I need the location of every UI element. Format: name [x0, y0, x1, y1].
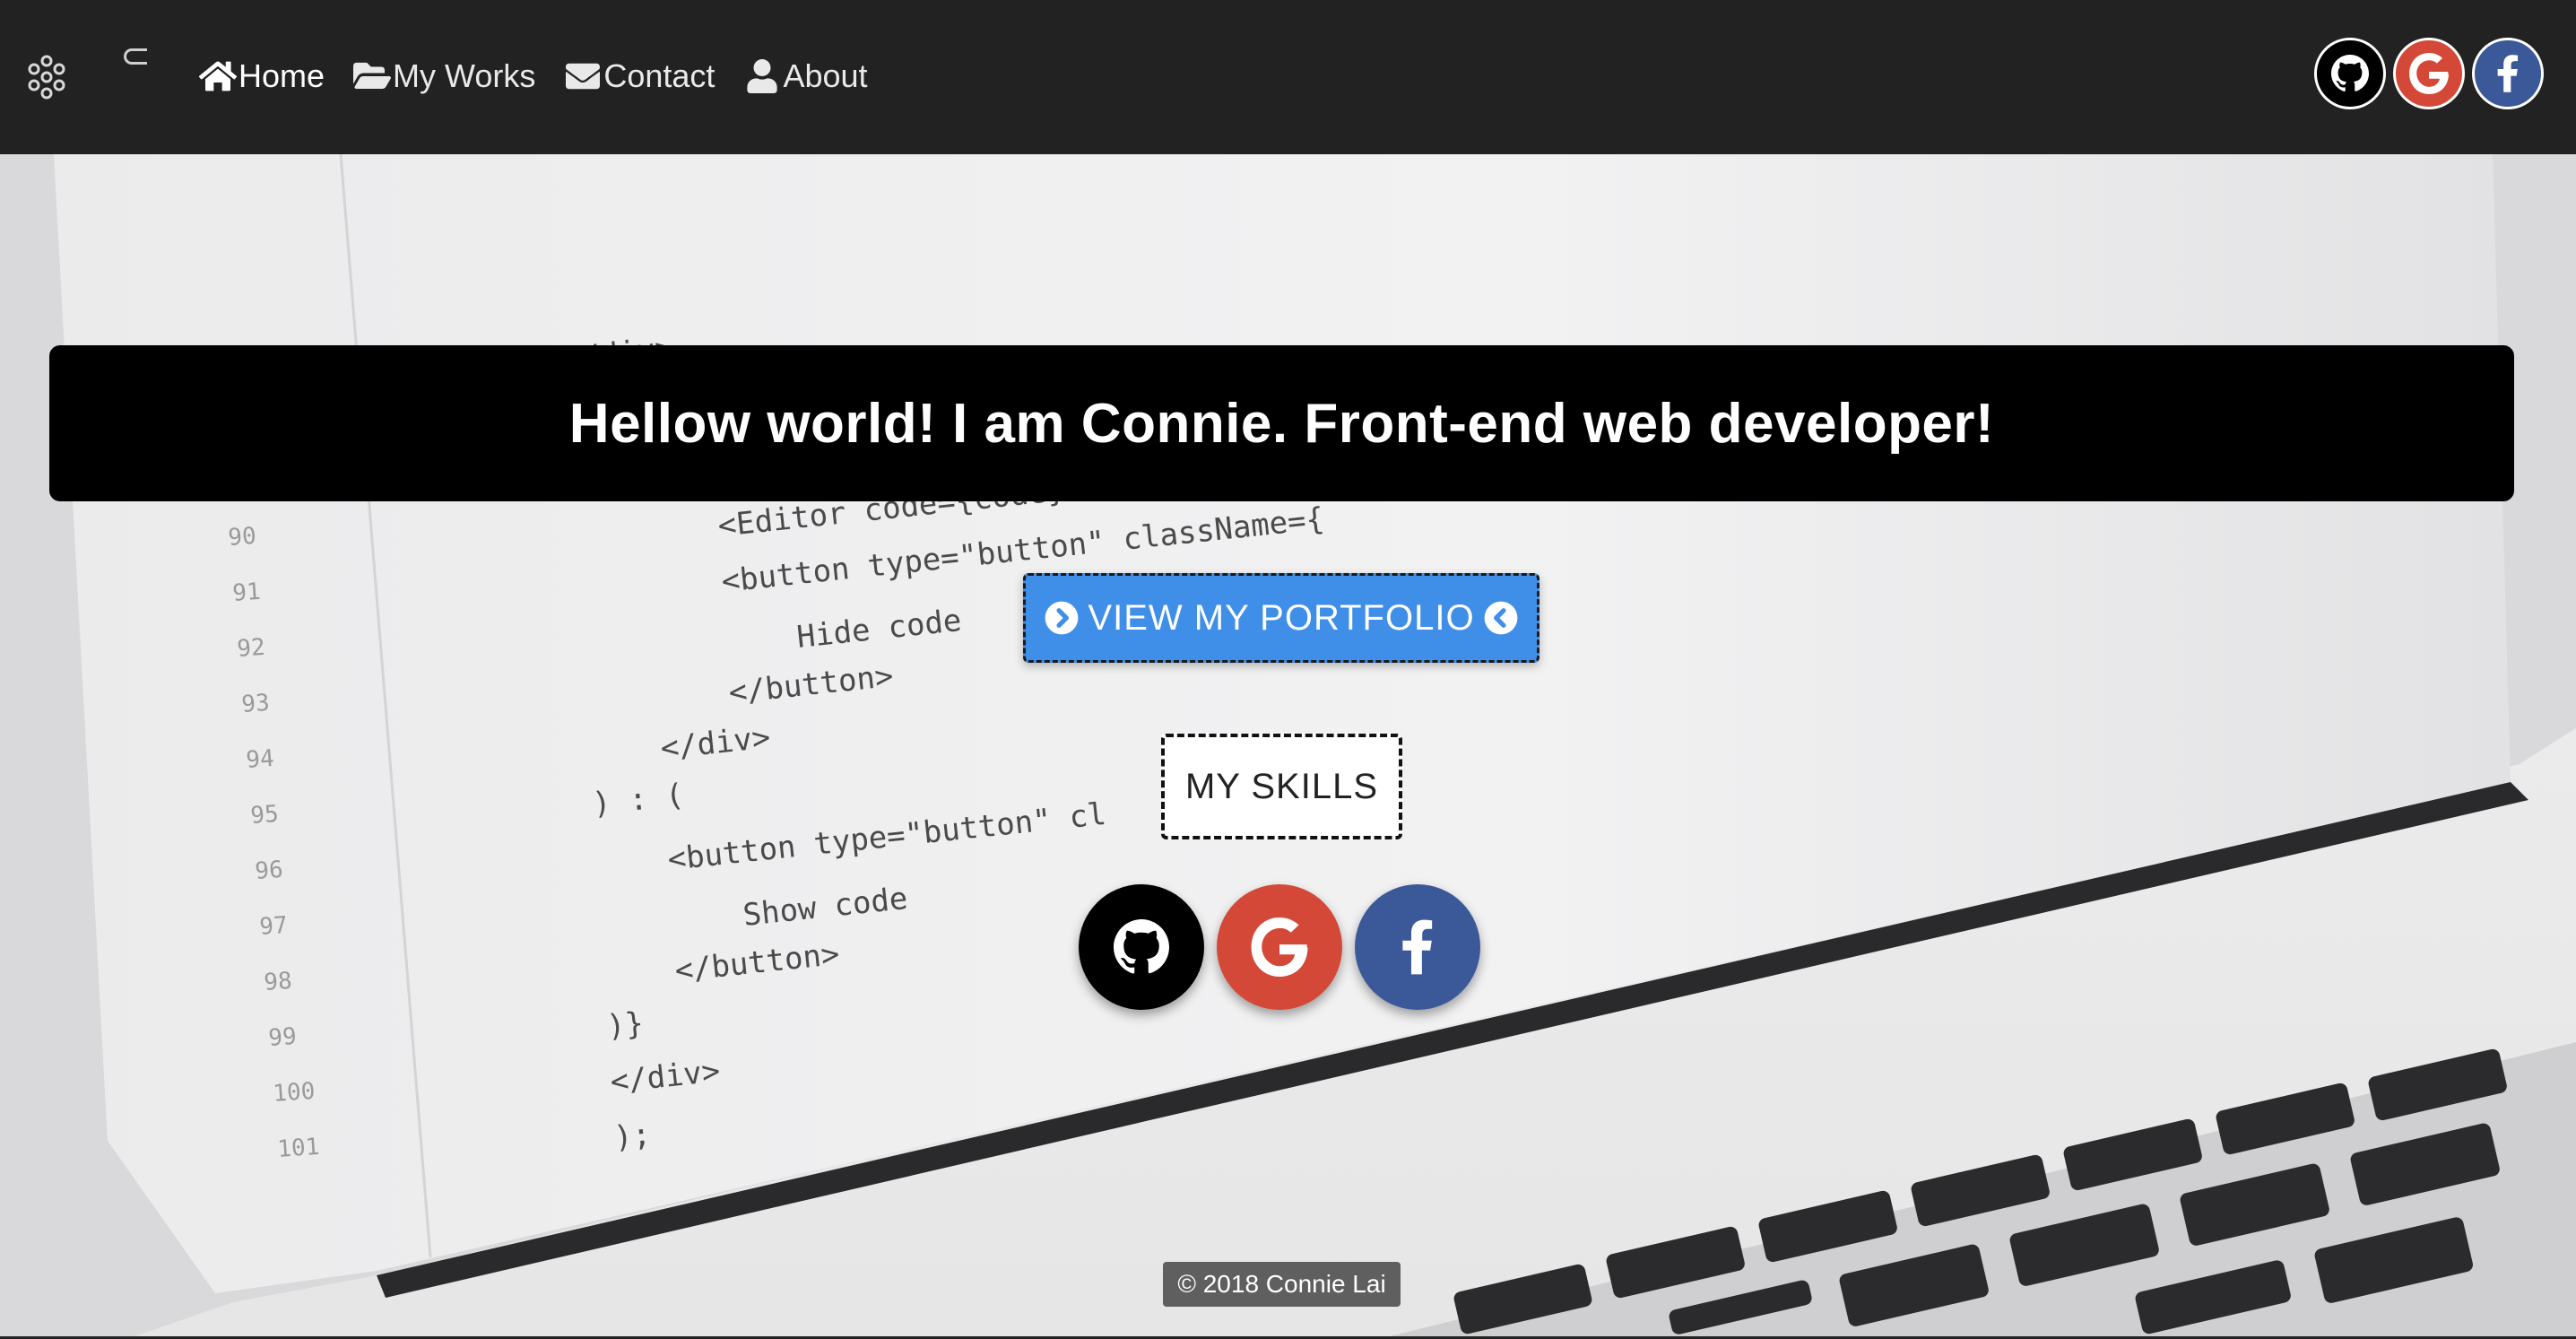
nav-link-home[interactable]: Home: [199, 57, 325, 95]
headline-banner: Hellow world! I am Connie. Front-end web…: [49, 345, 2514, 501]
nav-social-links: [2307, 38, 2544, 109]
user-icon: [747, 59, 778, 93]
github-icon: [1114, 919, 1169, 974]
nav-link-my-works[interactable]: My Works: [353, 57, 535, 95]
code-line-number: 93: [240, 690, 270, 718]
folder-open-icon: [353, 62, 391, 90]
hero-section: 87</div>88{showCode ? (89<div>90<Editor …: [0, 154, 2576, 1336]
nav-google-button[interactable]: [2393, 38, 2465, 109]
hero-github-button[interactable]: [1079, 884, 1204, 1010]
view-portfolio-button[interactable]: VIEW MY PORTFOLIO: [1023, 573, 1540, 663]
facebook-icon: [1402, 919, 1433, 975]
code-line-number: 100: [272, 1078, 316, 1108]
code-line-number: 101: [276, 1134, 320, 1163]
nav-link-label: My Works: [393, 57, 536, 94]
code-line-number: 96: [254, 856, 283, 885]
facebook-icon: [2497, 55, 2519, 92]
navbar: Home My Works Contact About: [0, 0, 2576, 154]
nav-link-contact[interactable]: Contact: [564, 57, 715, 95]
flower-icon[interactable]: [25, 54, 68, 100]
code-line-text: )}: [605, 1005, 646, 1045]
google-icon: [2409, 53, 2449, 94]
code-line-number: 94: [245, 745, 274, 774]
my-skills-button[interactable]: MY SKILLS: [1161, 734, 1402, 839]
hero-facebook-button[interactable]: [1355, 884, 1480, 1010]
hero-google-button[interactable]: [1217, 884, 1342, 1010]
copyright-text: © 2018 Connie Lai: [1177, 1270, 1386, 1298]
google-icon: [1251, 917, 1308, 977]
nav-github-button[interactable]: [2314, 38, 2386, 109]
code-line-number: 92: [236, 634, 265, 663]
nav-link-label: About: [783, 57, 868, 94]
code-line-number: 98: [263, 968, 292, 996]
nav-link-label: Contact: [603, 57, 716, 94]
brand-logo[interactable]: [124, 48, 147, 65]
hero-social-links: [1079, 884, 1493, 1010]
portfolio-button-label: VIEW MY PORTFOLIO: [1088, 597, 1475, 638]
chevron-circle-right-icon: [1045, 601, 1079, 635]
github-icon: [2331, 55, 2369, 92]
code-line-number: 95: [249, 801, 279, 830]
footer-copyright: © 2018 Connie Lai: [1163, 1262, 1401, 1307]
skills-button-label: MY SKILLS: [1184, 766, 1379, 806]
code-line-number: 99: [267, 1023, 297, 1052]
nav-links: Home My Works Contact About: [199, 52, 897, 100]
nav-link-about[interactable]: About: [743, 57, 868, 95]
code-line-text: );: [612, 1117, 653, 1156]
home-icon: [199, 61, 237, 91]
nav-link-label: Home: [239, 57, 325, 94]
nav-facebook-button[interactable]: [2472, 38, 2544, 109]
code-line-number: 91: [231, 578, 261, 607]
chevron-circle-left-icon: [1484, 601, 1517, 635]
headline: Hellow world! I am Connie. Front-end web…: [568, 392, 1995, 455]
envelope-icon: [566, 63, 601, 90]
code-line-number: 90: [227, 523, 256, 552]
code-line-number: 97: [258, 912, 288, 941]
